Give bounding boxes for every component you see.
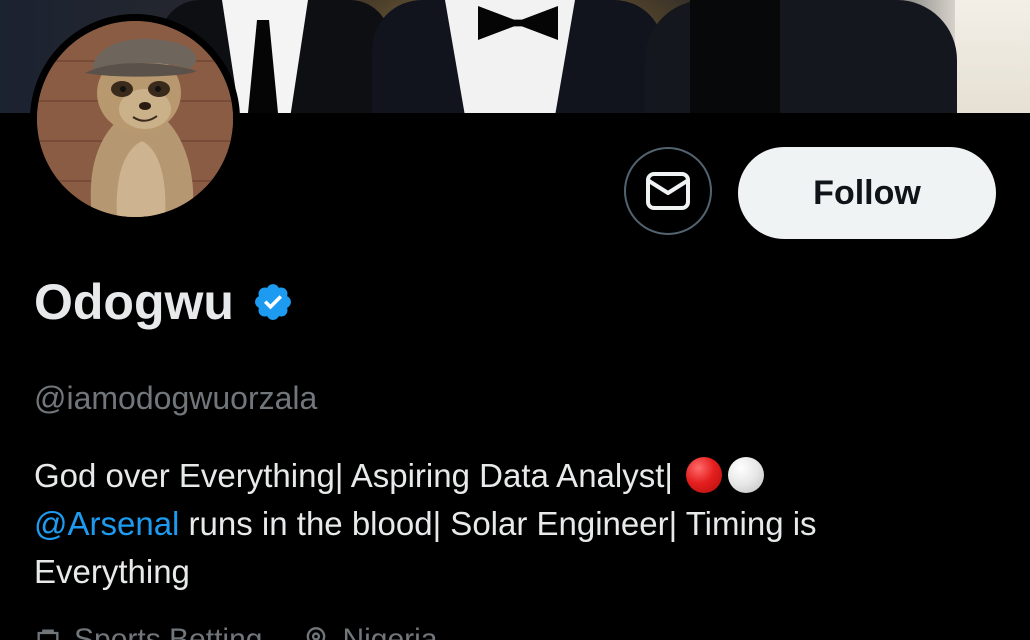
bio-line-1: God over Everything| Aspiring Data Analy… (34, 457, 683, 494)
verified-badge-icon[interactable] (252, 281, 294, 323)
location-text: Nigeria (342, 623, 438, 640)
mention-link-arsenal[interactable]: @Arsenal (34, 505, 179, 542)
user-handle: @iamodogwuorzala (34, 380, 318, 416)
category-text: Sports Betting (74, 623, 263, 640)
location-pin-icon (307, 627, 326, 640)
bio-line-3: Everything (34, 553, 190, 590)
envelope-icon (646, 172, 690, 210)
profile-name-row: Odogwu (34, 272, 294, 332)
red-circle-emoji-icon (686, 457, 723, 493)
display-name: Odogwu (34, 274, 234, 330)
location-item: Nigeria (302, 623, 437, 640)
message-button[interactable] (624, 147, 712, 235)
profile-meta-row: Sports Betting Nigeria (34, 620, 477, 640)
meerkat-avatar-image (37, 21, 233, 217)
category-item: Sports Betting (34, 623, 262, 640)
white-circle-emoji-icon (728, 457, 765, 493)
avatar[interactable] (30, 14, 240, 224)
profile-page: Follow Odogwu @iamodogwuorzala God over … (0, 0, 1030, 640)
bio-line-2: runs in the blood| Solar Engineer| Timin… (179, 505, 817, 542)
profile-bio: God over Everything| Aspiring Data Analy… (34, 452, 994, 596)
follow-button[interactable]: Follow (738, 147, 996, 239)
briefcase-icon (37, 629, 59, 640)
